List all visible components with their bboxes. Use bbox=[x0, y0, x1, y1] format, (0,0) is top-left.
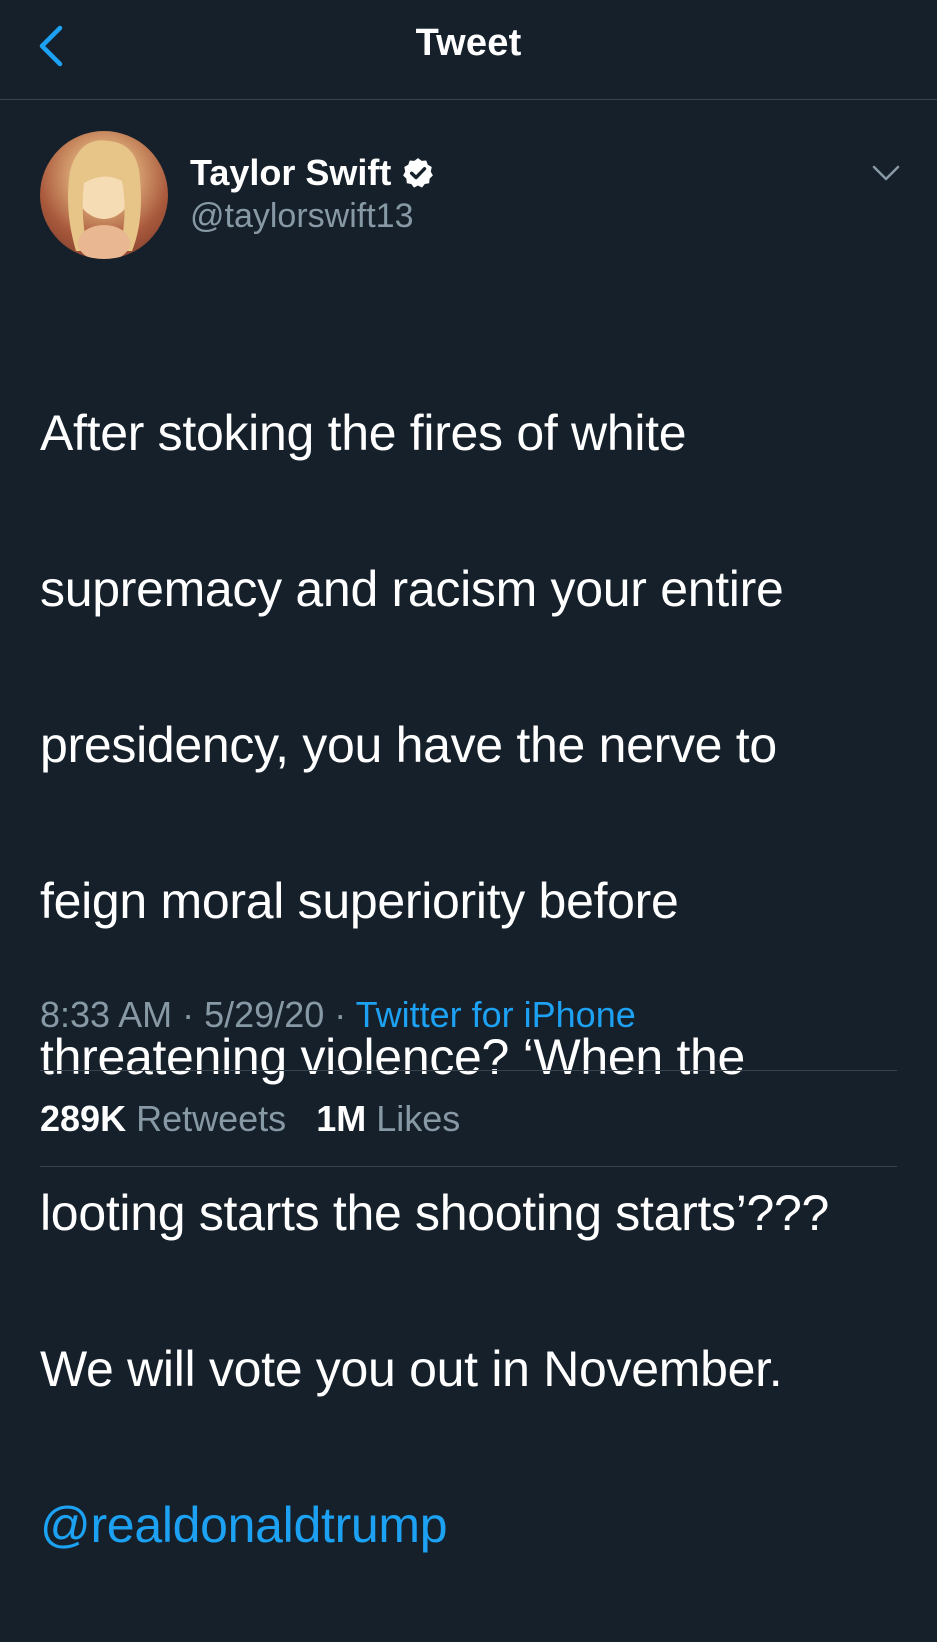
author-name[interactable]: Taylor Swift bbox=[190, 152, 391, 194]
meta-separator: · bbox=[182, 994, 195, 1035]
likes-count: 1M bbox=[316, 1098, 367, 1139]
verified-badge-icon bbox=[403, 158, 434, 188]
tweet-text-line: presidency, you have the nerve to bbox=[40, 717, 777, 773]
tweet-text-line: After stoking the fires of white bbox=[40, 405, 687, 461]
divider bbox=[40, 1166, 897, 1167]
retweets-count: 289K bbox=[40, 1098, 127, 1139]
avatar[interactable] bbox=[40, 131, 168, 259]
likes-label: Likes bbox=[376, 1098, 461, 1139]
retweets-stat[interactable]: 289K Retweets bbox=[40, 1098, 296, 1139]
tweet-time: 8:33 AM bbox=[40, 994, 173, 1035]
tweet-meta: 8:33 AM · 5/29/20 · Twitter for iPhone bbox=[40, 994, 636, 1036]
tweet-body: After stoking the fires of white suprema… bbox=[40, 316, 910, 1642]
mention-link[interactable]: @realdonaldtrump bbox=[40, 1486, 910, 1564]
avatar-image bbox=[68, 140, 141, 259]
tweet-menu-button[interactable] bbox=[866, 158, 906, 188]
tweet-text-line: We will vote you out in November. bbox=[40, 1341, 783, 1397]
chevron-down-icon bbox=[872, 165, 900, 181]
retweets-label: Retweets bbox=[136, 1098, 287, 1139]
tweet-date: 5/29/20 bbox=[204, 994, 325, 1035]
author-handle[interactable]: @taylorswift13 bbox=[190, 197, 413, 236]
tweet-text-line: looting starts the shooting starts’??? bbox=[40, 1185, 830, 1241]
tweet-text-line: feign moral superiority before bbox=[40, 873, 679, 929]
tweet-stats: 289K Retweets 1M Likes bbox=[40, 1098, 460, 1140]
divider bbox=[40, 1070, 897, 1071]
tweet-text-line: supremacy and racism your entire bbox=[40, 561, 784, 617]
tweet-source-link[interactable]: Twitter for iPhone bbox=[356, 994, 636, 1035]
top-bar: Tweet bbox=[0, 0, 937, 100]
meta-separator: · bbox=[334, 994, 347, 1035]
likes-stat[interactable]: 1M Likes bbox=[316, 1098, 460, 1139]
page-title: Tweet bbox=[415, 22, 522, 64]
author-name-row: Taylor Swift bbox=[190, 152, 435, 194]
